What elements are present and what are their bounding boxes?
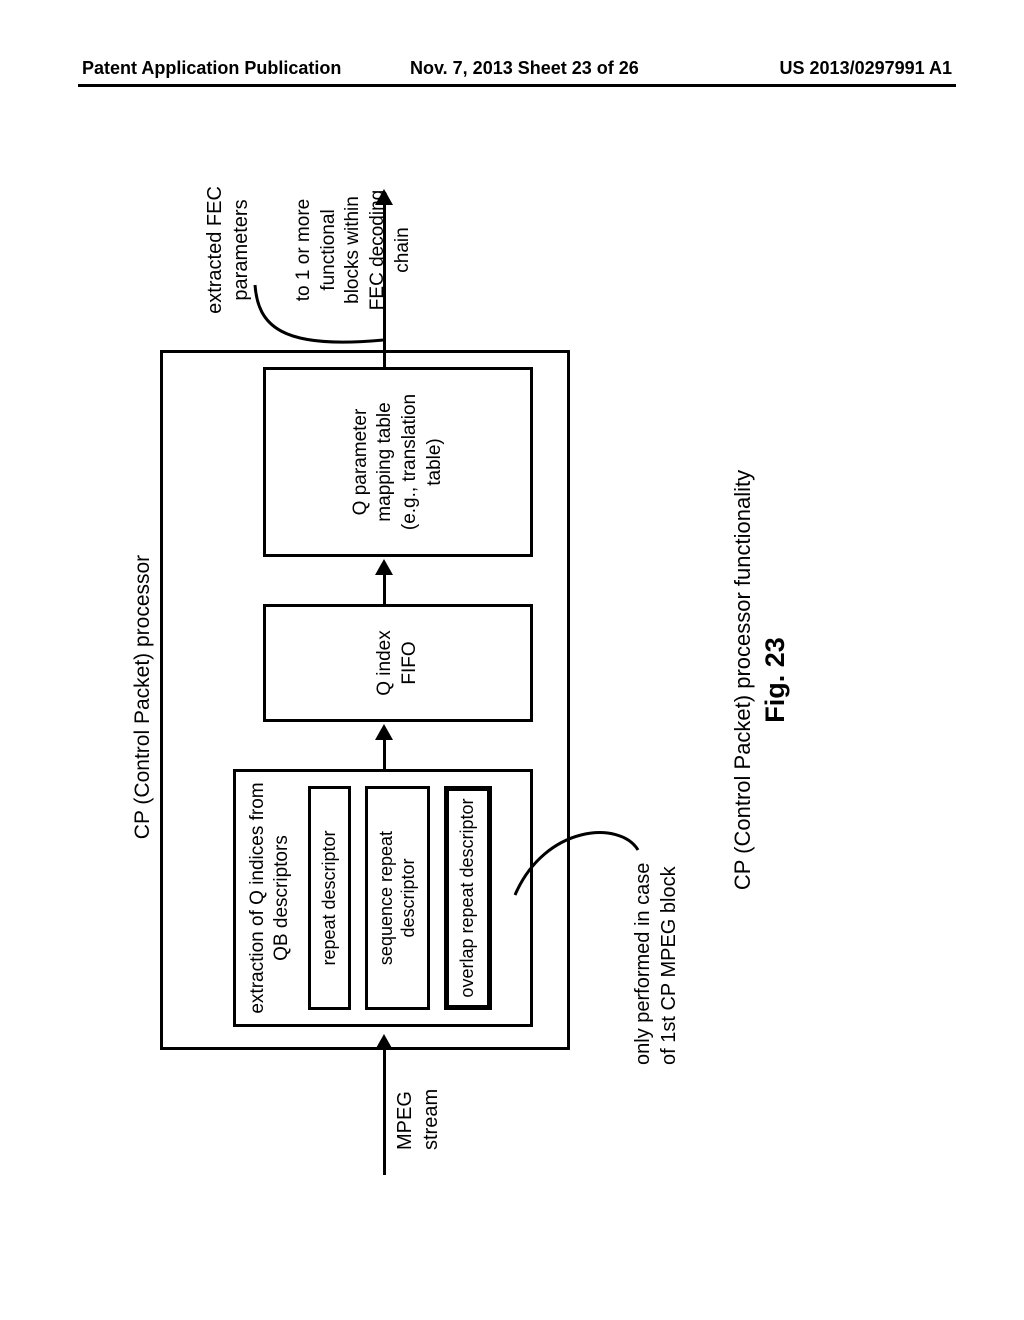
figure: CP (Control Packet) processor extraction… [120, 180, 890, 1180]
header-right: US 2013/0297991 A1 [780, 58, 952, 79]
page: Patent Application Publication Nov. 7, 2… [0, 0, 1024, 1320]
figure-wrapper: CP (Control Packet) processor extraction… [60, 80, 950, 1280]
leader-overlap-note [515, 833, 638, 895]
header-left: Patent Application Publication [82, 58, 341, 79]
leader-lines [120, 180, 890, 1180]
leader-extracted-fec [255, 285, 383, 342]
header-mid: Nov. 7, 2013 Sheet 23 of 26 [410, 58, 639, 79]
